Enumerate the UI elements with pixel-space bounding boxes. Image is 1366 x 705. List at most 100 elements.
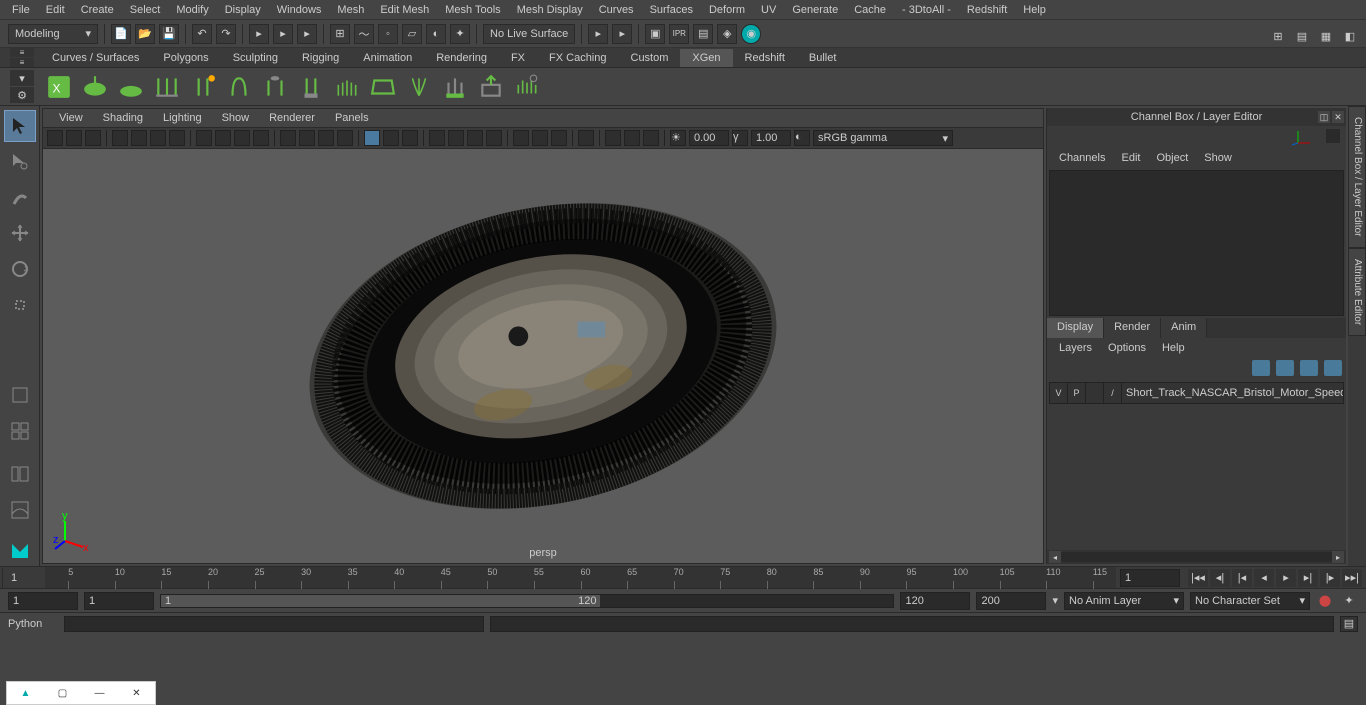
snap-curve-icon[interactable]: 〜 [354, 24, 374, 44]
xgen-guide-sculpt-icon[interactable] [224, 72, 254, 102]
layer-name-field[interactable]: Short_Track_NASCAR_Bristol_Motor_Speedw [1122, 387, 1343, 399]
menu-create[interactable]: Create [73, 1, 122, 19]
vp-aa-icon[interactable] [337, 130, 353, 146]
vp-deformers-icon[interactable] [429, 130, 445, 146]
layout-single-icon[interactable] [4, 379, 36, 411]
autokey-icon[interactable]: ⬤ [1316, 592, 1334, 610]
workspace-icon-1[interactable]: ⊞ [1268, 26, 1288, 46]
viewport-3d[interactable]: y x z persp [43, 149, 1043, 563]
cb-menu-edit[interactable]: Edit [1113, 150, 1148, 166]
xgen-density-icon[interactable] [332, 72, 362, 102]
layer-menu-help[interactable]: Help [1154, 340, 1193, 356]
vp-menu-renderer[interactable]: Renderer [259, 110, 325, 126]
workspace-icon-3[interactable]: ▦ [1316, 26, 1336, 46]
open-scene-icon[interactable]: 📂 [135, 24, 155, 44]
go-start-icon[interactable]: |◂◂ [1188, 569, 1208, 587]
vp-nurbs-icon[interactable] [532, 130, 548, 146]
ipr-icon[interactable]: IPR [669, 24, 689, 44]
vp-xray-joints-icon[interactable] [402, 130, 418, 146]
xgen-description-icon[interactable] [80, 72, 110, 102]
vp-shadows-icon[interactable] [280, 130, 296, 146]
xgen-guide-add-icon[interactable] [188, 72, 218, 102]
snap-plane-icon[interactable]: ▱ [402, 24, 422, 44]
character-set-dropdown[interactable]: No Character Set▾ [1190, 592, 1310, 610]
vp-camera-icon[interactable] [47, 130, 63, 146]
vp-shaded-icon[interactable] [215, 130, 231, 146]
menu-3dtoall[interactable]: - 3DtoAll - [894, 1, 959, 19]
layer-color-swatch[interactable]: / [1104, 383, 1122, 403]
command-language-label[interactable]: Python [8, 618, 58, 630]
menu-edit[interactable]: Edit [38, 1, 73, 19]
menu-redshift[interactable]: Redshift [959, 1, 1015, 19]
vp-menu-show[interactable]: Show [212, 110, 260, 126]
layer-new-selected-icon[interactable] [1324, 360, 1342, 376]
select-hierarchy-icon[interactable]: ▸ [249, 24, 269, 44]
vp-menu-lighting[interactable]: Lighting [153, 110, 212, 126]
menu-generate[interactable]: Generate [784, 1, 846, 19]
anim-layer-dropdown[interactable]: No Anim Layer▾ [1064, 592, 1184, 610]
vp-textured-icon[interactable] [234, 130, 250, 146]
vp-wireframe-icon[interactable] [196, 130, 212, 146]
menu-file[interactable]: File [4, 1, 38, 19]
scroll-left-icon[interactable]: ◂ [1049, 551, 1061, 563]
vp-film-gate-icon[interactable] [131, 130, 147, 146]
vp-contrast-icon[interactable] [643, 130, 659, 146]
menu-mesh-display[interactable]: Mesh Display [509, 1, 591, 19]
step-back-key-icon[interactable]: ◂| [1210, 569, 1230, 587]
anim-start-field[interactable]: 1 [8, 592, 78, 610]
vp-bookmark-icon[interactable] [66, 130, 82, 146]
move-tool[interactable] [4, 218, 36, 250]
current-frame-field[interactable]: 1 [1120, 569, 1180, 587]
select-object-icon[interactable]: ▸ [273, 24, 293, 44]
menu-mesh-tools[interactable]: Mesh Tools [437, 1, 508, 19]
manip-axis-icon[interactable] [1290, 129, 1320, 145]
scroll-right-icon[interactable]: ▸ [1332, 551, 1344, 563]
vp-menu-view[interactable]: View [49, 110, 93, 126]
snap-live-icon[interactable]: ✦ [450, 24, 470, 44]
select-tool[interactable] [4, 110, 36, 142]
shelf-edit-icon[interactable]: ▾ [10, 70, 34, 86]
step-forward-key-icon[interactable]: |▸ [1320, 569, 1340, 587]
vp-grid-icon[interactable] [112, 130, 128, 146]
os-window-tab[interactable]: ▲ ▢ — ✕ [6, 681, 156, 705]
vp-resolution-gate-icon[interactable] [150, 130, 166, 146]
workspace-icon-2[interactable]: ▤ [1292, 26, 1312, 46]
go-end-icon[interactable]: ▸▸| [1342, 569, 1362, 587]
vp-isolate-icon[interactable] [364, 130, 380, 146]
playback-end-field[interactable]: 120 [900, 592, 970, 610]
cb-menu-channels[interactable]: Channels [1051, 150, 1113, 166]
menu-modify[interactable]: Modify [168, 1, 216, 19]
snap-point-icon[interactable]: ◦ [378, 24, 398, 44]
vp-view-transform-icon[interactable]: ◐ [794, 130, 810, 146]
vp-image-plane-icon[interactable] [85, 130, 101, 146]
save-scene-icon[interactable]: 💾 [159, 24, 179, 44]
layer-menu-layers[interactable]: Layers [1051, 340, 1100, 356]
window-close-icon[interactable]: ✕ [129, 688, 145, 699]
layer-visibility-toggle[interactable]: V [1050, 383, 1068, 403]
cb-menu-object[interactable]: Object [1148, 150, 1196, 166]
manip-toggle-icon[interactable] [1326, 129, 1340, 143]
layer-tab-anim[interactable]: Anim [1161, 318, 1207, 338]
undo-icon[interactable]: ↶ [192, 24, 212, 44]
xgen-region-icon[interactable] [368, 72, 398, 102]
vp-subdiv-icon[interactable] [551, 130, 567, 146]
layer-move-down-icon[interactable] [1276, 360, 1294, 376]
shelf-toggle[interactable]: ≡≡ [10, 48, 34, 67]
window-minimize-icon[interactable]: — [92, 688, 108, 699]
vp-menu-shading[interactable]: Shading [93, 110, 153, 126]
vp-plane-icon[interactable] [578, 130, 594, 146]
playback-start-field[interactable]: 1 [84, 592, 154, 610]
xgen-export-icon[interactable] [476, 72, 506, 102]
menu-deform[interactable]: Deform [701, 1, 753, 19]
layer-move-up-icon[interactable] [1252, 360, 1270, 376]
shelf-tab-animation[interactable]: Animation [351, 49, 424, 67]
play-back-icon[interactable]: ◂ [1254, 569, 1274, 587]
vp-joints-icon[interactable] [448, 130, 464, 146]
lasso-tool[interactable] [4, 146, 36, 178]
vp-cameras-icon[interactable] [467, 130, 483, 146]
side-tab-attribute-editor[interactable]: Attribute Editor [1348, 248, 1366, 336]
xgen-guide-convert-icon[interactable] [260, 72, 290, 102]
vp-exposure-btn[interactable]: ☀ [670, 130, 686, 146]
script-editor-icon[interactable]: ▤ [1340, 616, 1358, 632]
menu-select[interactable]: Select [122, 1, 169, 19]
